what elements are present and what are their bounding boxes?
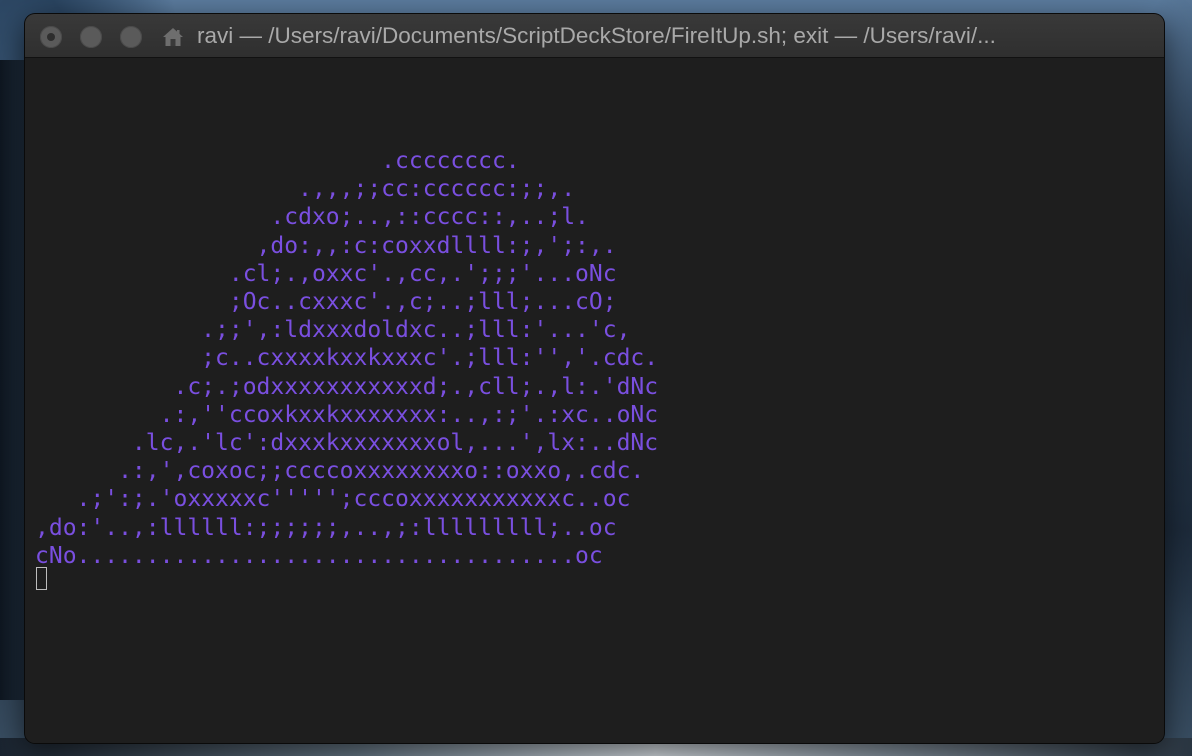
zoom-button[interactable]	[120, 26, 142, 48]
terminal-line: .;':;.'oxxxxxc''''';cccoxxxxxxxxxxxc..oc	[35, 486, 631, 513]
terminal-line: .c;.;odxxxxxxxxxxxd;.,cll;.,l:.'dNc	[35, 373, 659, 400]
minimize-button[interactable]	[80, 26, 102, 48]
terminal-line: ,do:,,:c:coxxdllll:;,';:,.	[35, 232, 617, 259]
text-cursor	[36, 567, 47, 590]
window-title: ravi — /Users/ravi/Documents/ScriptDeckS…	[197, 23, 996, 48]
close-button[interactable]	[40, 26, 62, 48]
terminal-window: ravi — /Users/ravi/Documents/ScriptDeckS…	[25, 14, 1164, 743]
terminal-line: .:,''ccoxkxxkxxxxxxx:..,:;'.:xc..oNc	[35, 401, 659, 428]
terminal-screen[interactable]: .cccccccc. .,,,;;cc:cccccc:;;,. .cdxo;..…	[25, 58, 1164, 743]
terminal-line: cNo....................................o…	[35, 542, 603, 569]
terminal-line: .cccccccc.	[35, 148, 520, 174]
terminal-line: .;;',:ldxxxdoldxc..;lll:'...'c,	[35, 317, 631, 344]
terminal-output: .cccccccc. .,,,;;cc:cccccc:;;,. .cdxo;..…	[35, 147, 658, 570]
terminal-line: .cdxo;..,::cccc::,..;l.	[35, 204, 589, 231]
terminal-line: ;c..cxxxxkxxkxxxc'.;lll:'','.cdc.	[35, 345, 659, 372]
window-titlebar[interactable]: ravi — /Users/ravi/Documents/ScriptDeckS…	[25, 14, 1164, 58]
terminal-line: .lc,.'lc':dxxxkxxxxxxxol,...',lx:..dNc	[35, 430, 659, 457]
terminal-line: ,do:'..,:llllll:;;;;;;,..,;:lllllllll;..…	[35, 514, 617, 541]
terminal-line: .cl;.,oxxc'.,cc,.';;;'...oNc	[35, 260, 617, 287]
terminal-line: .,,,;;cc:cccccc:;;,.	[35, 176, 576, 203]
terminal-line: ;Oc..cxxxc'.,c;..;lll;...cO;	[35, 289, 617, 316]
home-folder-icon	[163, 28, 183, 46]
terminal-line: .:,',coxoc;;ccccoxxxxxxxxo::oxxo,.cdc.	[35, 458, 645, 485]
